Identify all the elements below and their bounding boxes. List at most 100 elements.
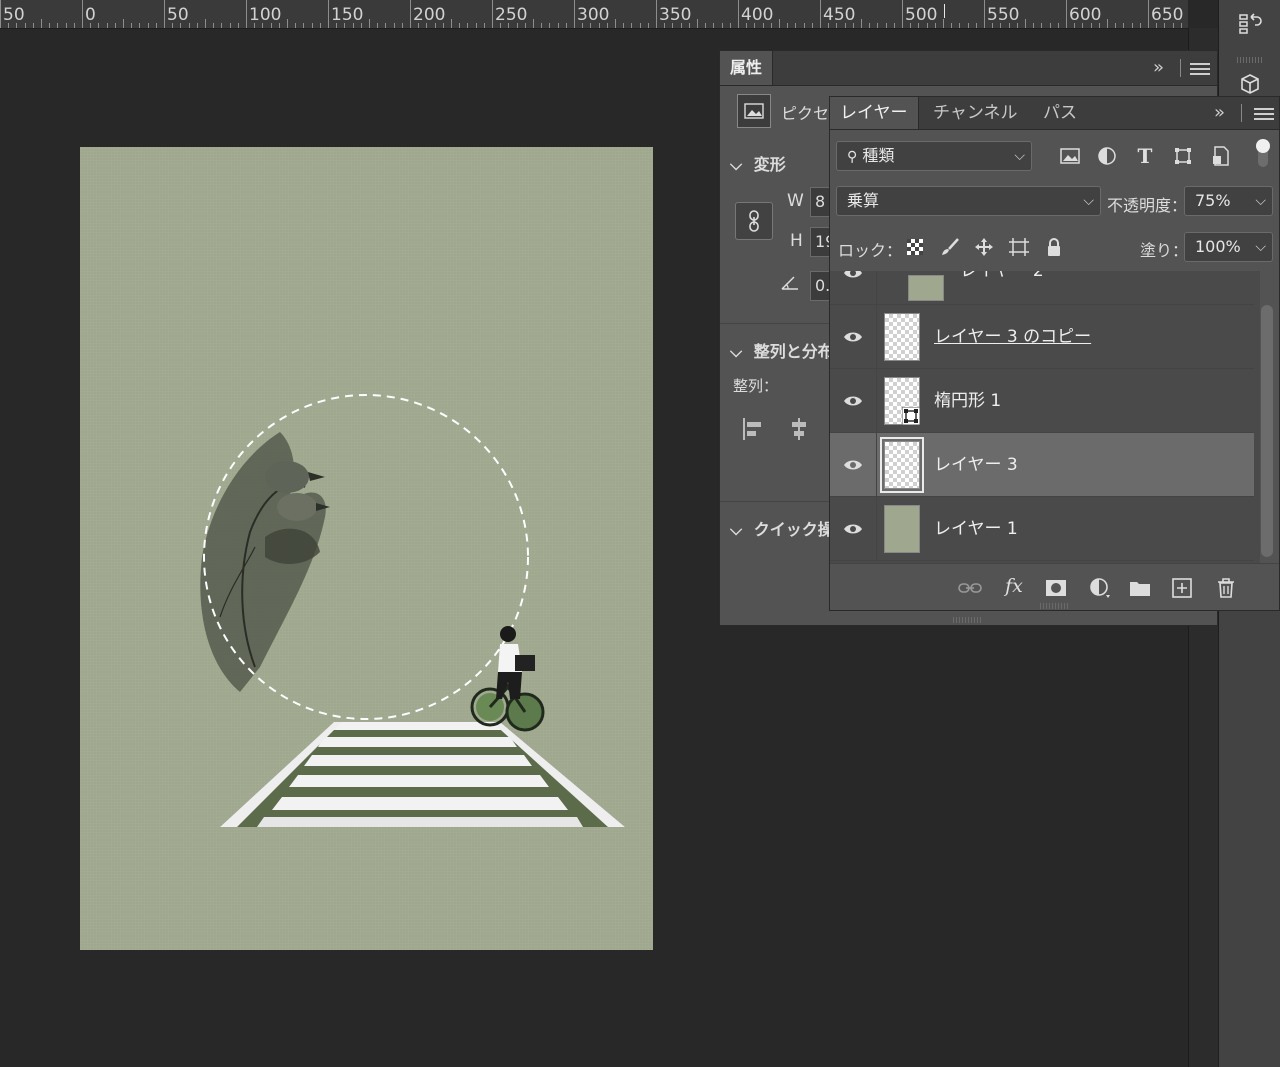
layers-panel: レイヤー チャンネル パス » ⚲ 種類 ⌵ T 乗算 ⌵ 不透明度： 75% … (829, 96, 1280, 611)
ruler-minor-tick (828, 23, 830, 28)
ruler-minor-tick (549, 23, 551, 28)
filter-smart-object-icon[interactable] (1209, 144, 1233, 168)
filter-shape-icon[interactable] (1171, 144, 1195, 168)
height-label: H (790, 231, 803, 251)
ruler-minor-tick (697, 19, 698, 28)
panel-menu-icon[interactable] (1254, 105, 1274, 121)
panel-menu-icon[interactable] (1190, 60, 1210, 76)
collapse-panel-icon[interactable]: » (1153, 57, 1164, 78)
ruler-minor-tick (57, 23, 59, 28)
layers-tabbar: レイヤー チャンネル パス » (830, 97, 1279, 130)
document-canvas[interactable] (80, 147, 653, 950)
layer-list-scrollbar[interactable] (1261, 305, 1273, 557)
align-section-header[interactable]: ⌵ 整列と分布 (730, 338, 830, 362)
ruler-minor-tick (664, 23, 666, 28)
link-dimensions-button[interactable] (735, 202, 773, 240)
ruler-minor-tick (1041, 23, 1043, 28)
chevron-down-icon: ⌵ (1014, 148, 1025, 164)
pixel-layer-icon (737, 94, 771, 128)
blend-mode-dropdown[interactable]: 乗算 ⌵ (836, 186, 1101, 216)
align-center-icon[interactable] (788, 417, 810, 445)
layer-row[interactable]: レイヤー 3 のコピー (830, 305, 1254, 369)
pixel-layer-label: ピクセ (781, 104, 830, 123)
visibility-toggle[interactable] (830, 433, 877, 496)
layer-row[interactable]: 楕円形 1 (830, 369, 1254, 433)
chevron-down-icon: ⌵ (730, 155, 743, 174)
eye-icon (844, 332, 862, 341)
ruler-major-tick (1066, 0, 1067, 28)
horizontal-ruler[interactable]: 50 0 50 100 150 200 250 300 350 400 450 500 550 600 65… (0, 0, 1188, 29)
new-layer-icon[interactable] (1170, 576, 1194, 600)
divider (720, 501, 830, 502)
layer-style-fx-icon[interactable]: fx (1002, 574, 1026, 598)
tab-paths[interactable]: パス (1033, 97, 1087, 129)
layer-row-partial[interactable]: レイヤー 2 (830, 271, 1254, 305)
ruler-major-tick (328, 0, 329, 28)
collapse-panel-icon[interactable]: » (1214, 102, 1225, 123)
filter-adjustment-icon[interactable] (1095, 144, 1119, 168)
history-panel-icon[interactable] (1232, 6, 1268, 42)
ruler-minor-tick (73, 23, 75, 28)
ruler-major-tick (82, 0, 83, 28)
quick-actions-section-header[interactable]: ⌵ クイック操 (730, 516, 830, 540)
link-layers-icon[interactable] (958, 576, 982, 600)
layer-row[interactable]: レイヤー 3 (830, 433, 1254, 497)
ruler-label: 650 (1151, 5, 1184, 25)
lock-all-icon[interactable] (1042, 235, 1066, 259)
lock-artboard-icon[interactable] (1007, 235, 1031, 259)
ruler-minor-tick (811, 23, 813, 28)
layer-row[interactable]: レイヤー 1 (830, 497, 1254, 561)
visibility-toggle[interactable] (830, 369, 877, 432)
tab-properties[interactable]: 属性 (720, 51, 774, 85)
tab-channels[interactable]: チャンネル (923, 97, 1028, 129)
ruler-minor-tick (106, 23, 108, 28)
ruler-minor-tick (631, 23, 633, 28)
ruler-minor-tick (426, 23, 428, 28)
transform-section-header[interactable]: ⌵ 変形 (730, 151, 786, 175)
lock-position-move-icon[interactable] (972, 235, 996, 259)
delete-layer-trash-icon[interactable] (1214, 576, 1238, 600)
ruler-minor-tick (680, 23, 682, 28)
visibility-toggle[interactable] (830, 497, 877, 560)
ruler-minor-tick (123, 19, 124, 28)
add-mask-icon[interactable] (1044, 576, 1068, 600)
ruler-minor-tick (254, 23, 256, 28)
panel-resize-grip[interactable] (953, 617, 983, 623)
ruler-minor-tick (885, 23, 887, 28)
lock-pixels-brush-icon[interactable] (938, 235, 962, 259)
ruler-label: 250 (495, 5, 528, 25)
align-section-label: 整列と分布 (753, 342, 830, 361)
opacity-input[interactable]: 75% ⌵ (1184, 186, 1273, 216)
ruler-minor-tick (483, 23, 485, 28)
ruler-major-tick (574, 0, 575, 28)
filter-type-icon[interactable]: T (1133, 144, 1157, 168)
fill-input[interactable]: 100% ⌵ (1184, 232, 1273, 262)
lock-transparent-icon[interactable] (903, 235, 927, 259)
new-adjustment-layer-icon[interactable] (1088, 576, 1112, 600)
layer-filter-dropdown[interactable]: ⚲ 種類 ⌵ (836, 141, 1032, 171)
ruler-label: 500 (905, 5, 938, 25)
lock-label: ロック： (838, 241, 903, 260)
ruler-minor-tick (352, 23, 354, 28)
ruler-major-tick (0, 0, 1, 28)
ruler-minor-tick (598, 23, 600, 28)
filter-pixel-icon[interactable] (1058, 144, 1082, 168)
ruler-minor-tick (1123, 23, 1125, 28)
crosswalk-image (220, 722, 625, 827)
ruler-minor-tick (393, 23, 395, 28)
ruler-minor-tick (467, 23, 469, 28)
ruler-minor-tick (459, 23, 461, 28)
visibility-toggle[interactable] (830, 271, 877, 304)
align-left-icon[interactable] (742, 417, 764, 445)
visibility-toggle[interactable] (830, 305, 877, 368)
ruler-minor-tick (1156, 23, 1158, 28)
new-group-folder-icon[interactable] (1128, 576, 1152, 600)
ruler-minor-tick (943, 19, 944, 28)
tab-layers[interactable]: レイヤー (830, 97, 919, 129)
ruler-minor-tick (295, 23, 297, 28)
ruler-minor-tick (1098, 23, 1100, 28)
ruler-minor-tick (1164, 23, 1166, 28)
panel-resize-grip[interactable] (1040, 603, 1070, 609)
filter-toggle-switch[interactable] (1256, 139, 1270, 167)
ruler-minor-tick (1049, 23, 1051, 28)
